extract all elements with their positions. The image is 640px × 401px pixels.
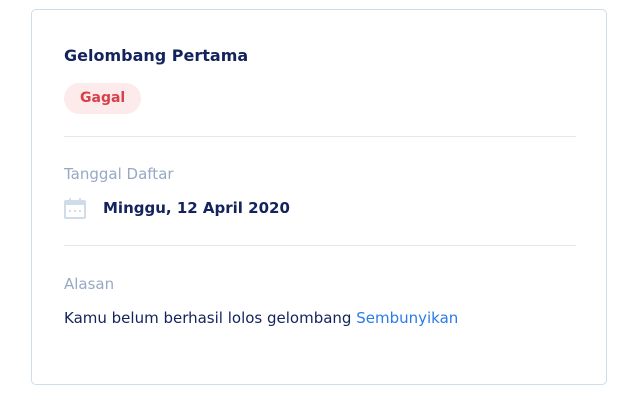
registration-date-value: Minggu, 12 April 2020 [103, 199, 290, 217]
reason-row: Kamu belum berhasil lolos gelombang Semb… [64, 309, 458, 327]
registration-date-label: Tanggal Daftar [64, 165, 174, 183]
wave-title: Gelombang Pertama [64, 46, 249, 65]
wave-card: Gelombang Pertama Gagal Tanggal Daftar M… [31, 9, 607, 385]
reason-text: Kamu belum berhasil lolos gelombang [64, 309, 352, 327]
status-badge: Gagal [64, 83, 142, 114]
hide-reason-link[interactable]: Sembunyikan [356, 309, 458, 327]
divider [64, 136, 576, 137]
reason-label: Alasan [64, 275, 115, 293]
divider [64, 245, 576, 246]
calendar-icon [63, 197, 87, 221]
